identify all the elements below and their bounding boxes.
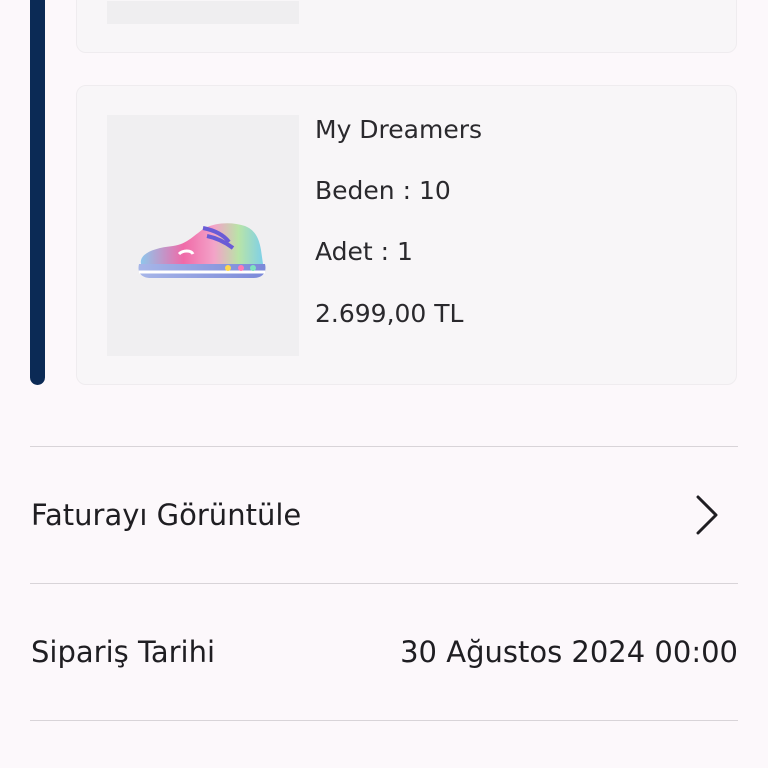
product-name: My Dreamers: [315, 115, 483, 144]
chevron-right-icon[interactable]: [692, 494, 722, 536]
product-image: [107, 115, 299, 356]
product-card-previous: [76, 0, 737, 53]
product-quantity: Adet : 1: [315, 237, 413, 266]
shoe-image: [138, 223, 266, 278]
order-detail-screen: My Dreamers Beden : 10 Adet : 1 2.699,00…: [0, 0, 768, 768]
divider: [30, 720, 738, 721]
product-image-previous: [107, 1, 299, 24]
divider: [30, 583, 738, 584]
product-card[interactable]: My Dreamers Beden : 10 Adet : 1 2.699,00…: [76, 85, 737, 385]
order-status-accent-bar: [30, 0, 45, 385]
product-size: Beden : 10: [315, 176, 451, 205]
order-date-label: Sipariş Tarihi: [31, 635, 216, 669]
product-price: 2.699,00 TL: [315, 299, 464, 328]
view-invoice-label: Faturayı Görüntüle: [31, 498, 302, 532]
order-date-value: 30 Ağustos 2024 00:00: [400, 635, 738, 669]
